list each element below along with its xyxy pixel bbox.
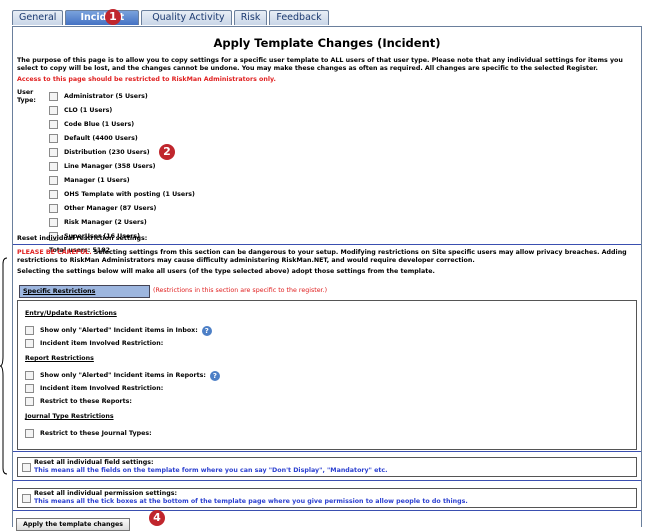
- entry-heading: Entry/Update Restrictions: [25, 310, 117, 317]
- checkbox[interactable]: [49, 204, 58, 213]
- callout-badge-2: 2: [159, 144, 175, 160]
- divider: [13, 480, 641, 481]
- checkbox[interactable]: [49, 218, 58, 227]
- checkbox[interactable]: [25, 397, 34, 406]
- checkbox[interactable]: [49, 148, 58, 157]
- specific-restrictions-note: (Restrictions in this section are specif…: [153, 287, 328, 294]
- warning-prefix: PLEASE BE CAREFUL.: [17, 249, 92, 256]
- help-icon[interactable]: ?: [209, 370, 220, 381]
- tab-risk[interactable]: Risk: [233, 10, 268, 25]
- divider: [13, 510, 641, 511]
- divider: [13, 451, 641, 452]
- user-type-option[interactable]: Line Manager (358 Users): [49, 162, 156, 171]
- user-type-option[interactable]: OHS Template with posting (1 Users): [49, 190, 195, 199]
- intro-text: The purpose of this page is to allow you…: [17, 57, 623, 72]
- checkbox[interactable]: [49, 106, 58, 115]
- restriction-option[interactable]: Restrict to these Reports:: [25, 397, 132, 406]
- page-title: Apply Template Changes (Incident): [213, 36, 441, 50]
- permission-settings-desc: This means all the tick boxes at the bot…: [34, 498, 468, 505]
- tab-incident[interactable]: Incident: [65, 10, 140, 25]
- restriction-option[interactable]: Restrict to these Journal Types:: [25, 429, 152, 438]
- user-type-option[interactable]: Default (4400 Users): [49, 134, 138, 143]
- tab-general[interactable]: General: [12, 10, 64, 25]
- checkbox[interactable]: [22, 463, 31, 472]
- user-type-option[interactable]: Risk Manager (2 Users): [49, 218, 147, 227]
- tab-quality-activity[interactable]: Quality Activity: [141, 10, 232, 25]
- checkbox[interactable]: [25, 371, 34, 380]
- checkbox[interactable]: [49, 120, 58, 129]
- checkbox[interactable]: [49, 92, 58, 101]
- checkbox[interactable]: [49, 134, 58, 143]
- user-type-option[interactable]: CLO (1 Users): [49, 106, 112, 115]
- adopt-note: Selecting the settings below will make a…: [17, 268, 435, 275]
- user-type-option[interactable]: Manager (1 Users): [49, 176, 130, 185]
- apply-template-button[interactable]: Apply the template changes: [16, 518, 131, 531]
- user-type-option[interactable]: Other Manager (87 Users): [49, 204, 156, 213]
- permission-settings-section: Reset all individual permission settings…: [17, 488, 637, 508]
- report-heading: Report Restrictions: [25, 355, 94, 362]
- tab-feedback[interactable]: Feedback: [269, 10, 329, 25]
- permission-settings-label: Reset all individual permission settings…: [34, 490, 177, 497]
- restriction-option[interactable]: Show only "Alerted" Incident items in Re…: [25, 370, 220, 381]
- checkbox[interactable]: [49, 162, 58, 171]
- journal-heading: Journal Type Restrictions: [25, 413, 114, 420]
- specific-restrictions-button[interactable]: Specific Restrictions: [19, 285, 150, 298]
- divider: [13, 244, 641, 245]
- field-settings-desc: This means all the fields on the templat…: [34, 467, 388, 474]
- checkbox[interactable]: [25, 339, 34, 348]
- help-icon[interactable]: ?: [201, 325, 212, 336]
- callout-badge-4: 4: [149, 510, 165, 526]
- access-note: Access to this page should be restricted…: [17, 76, 276, 83]
- user-type-option[interactable]: Distribution (230 Users): [49, 148, 150, 157]
- callout-badge-1: 1: [105, 9, 121, 25]
- user-type-label: User Type:: [17, 89, 36, 104]
- checkbox[interactable]: [25, 429, 34, 438]
- restriction-option[interactable]: Incident item Involved Restriction:: [25, 384, 163, 393]
- checkbox[interactable]: [25, 326, 34, 335]
- user-type-option[interactable]: Administrator (5 Users): [49, 92, 148, 101]
- brace-annotation-icon: [0, 257, 8, 475]
- specific-restrictions-section: Entry/Update Restrictions Show only "Ale…: [17, 300, 637, 450]
- tab-bar: General Incident Quality Activity Risk F…: [12, 10, 331, 26]
- restriction-option[interactable]: Incident item Involved Restriction:: [25, 339, 163, 348]
- checkbox[interactable]: [49, 176, 58, 185]
- warning-text: PLEASE BE CAREFUL. Selecting settings fr…: [17, 249, 627, 264]
- checkbox[interactable]: [49, 190, 58, 199]
- user-type-option[interactable]: Code Blue (1 Users): [49, 120, 134, 129]
- checkbox[interactable]: [25, 384, 34, 393]
- reset-restrictions-heading: Reset individual restriction settings:: [17, 235, 148, 242]
- checkbox[interactable]: [22, 494, 31, 503]
- field-settings-section: Reset all individual field settings: Thi…: [17, 457, 637, 477]
- restriction-option[interactable]: Show only "Alerted" Incident items in In…: [25, 325, 212, 336]
- field-settings-label: Reset all individual field settings:: [34, 459, 154, 466]
- content-frame: Apply Template Changes (Incident) The pu…: [12, 26, 642, 531]
